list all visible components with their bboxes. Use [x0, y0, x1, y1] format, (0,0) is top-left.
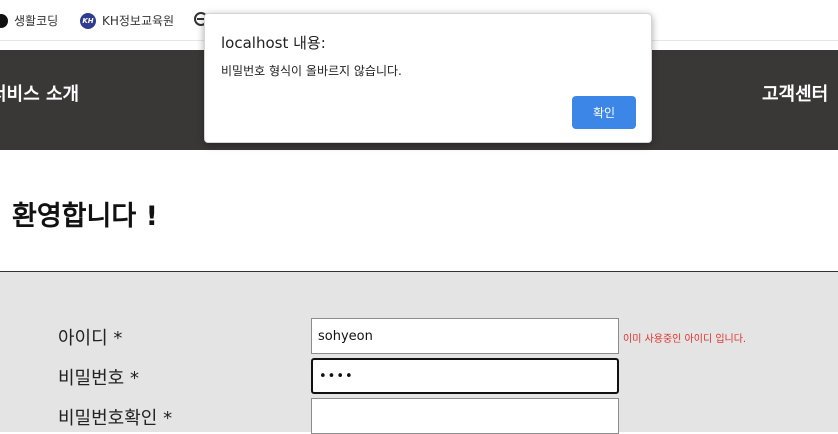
bookmark-label: KH정보교육원	[102, 14, 175, 28]
id-label: 아이디 *	[58, 328, 123, 349]
dialog-message: 비밀번호 형식이 올바르지 않습니다.	[221, 64, 402, 78]
bookmark-kh[interactable]: KH KH정보교육원	[80, 12, 174, 29]
bookmark-saenghwal-coding[interactable]: 생활코딩	[0, 12, 58, 29]
password-confirm-label: 비밀번호확인 *	[58, 408, 173, 429]
bookmark-label: 생활코딩	[14, 14, 59, 28]
page-title: 환영합니다 !	[12, 201, 158, 232]
id-input[interactable]: sohyeon	[311, 318, 619, 354]
circle-icon	[0, 13, 8, 28]
ok-button[interactable]: 확인	[572, 96, 636, 129]
nav-service-intro[interactable]: 서비스 소개	[0, 80, 79, 106]
dialog-title: localhost 내용:	[221, 34, 326, 52]
password-confirm-input[interactable]	[311, 398, 619, 434]
kh-logo-icon: KH	[80, 12, 96, 29]
nav-customer-center[interactable]: 고객센터	[762, 80, 828, 106]
password-label: 비밀번호 *	[58, 368, 139, 389]
password-input[interactable]: ••••	[311, 358, 619, 394]
alert-dialog: localhost 내용: 비밀번호 형식이 올바르지 않습니다. 확인	[204, 13, 652, 143]
id-error-message: 이미 사용중인 아이디 입니다.	[623, 334, 747, 345]
signup-form: 아이디 * sohyeon 이미 사용중인 아이디 입니다. 비밀번호 * ••…	[0, 272, 838, 434]
